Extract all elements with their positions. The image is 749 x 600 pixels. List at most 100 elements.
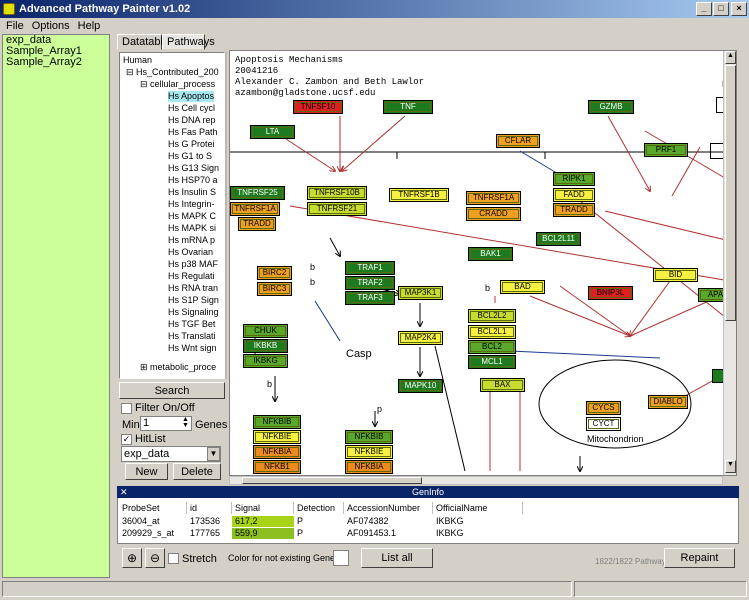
close-icon[interactable]: ✕ xyxy=(120,487,130,497)
gene-node[interactable]: NFKBIE xyxy=(345,445,393,459)
gene-node[interactable]: TNFSF10 xyxy=(293,100,343,114)
list-all-button[interactable]: List all xyxy=(361,548,433,568)
zoom-in-icon[interactable]: ⊕ xyxy=(122,548,142,568)
gene-node[interactable]: TNFRSF21 xyxy=(307,202,367,216)
zoom-out-icon[interactable]: ⊖ xyxy=(145,548,165,568)
tree-item[interactable]: Hs Wnt sign xyxy=(168,343,217,354)
tree-root[interactable]: Human xyxy=(123,55,152,66)
gene-node[interactable]: BID xyxy=(653,268,698,282)
min-spinner[interactable]: ▲ ▼ xyxy=(180,416,191,430)
menu-help[interactable]: Help xyxy=(78,20,101,32)
scroll-down-icon[interactable]: ▼ xyxy=(725,460,736,473)
gene-node[interactable]: MCL1 xyxy=(468,355,516,369)
gene-node[interactable]: BAK1 xyxy=(468,247,513,261)
gene-node[interactable]: BCL2L11 xyxy=(536,232,581,246)
gene-node[interactable]: FADD xyxy=(553,188,595,202)
col-detection[interactable]: Detection xyxy=(294,502,344,514)
col-accession[interactable]: AccessionNumber xyxy=(344,502,433,514)
gene-node[interactable]: IKBKG xyxy=(243,354,288,368)
gene-node[interactable]: IKBKB xyxy=(243,339,288,353)
tree-item[interactable]: Hs Apoptos xyxy=(168,91,215,102)
gene-node[interactable]: NFKBIB xyxy=(253,415,301,429)
tree-item[interactable]: Hs S1P Sign xyxy=(168,295,219,306)
tree-item[interactable]: Hs DNA rep xyxy=(168,115,216,126)
canvas-hscroll[interactable] xyxy=(229,476,723,485)
gene-node[interactable]: PRF1 xyxy=(644,143,688,157)
gene-node[interactable]: BCL2L1 xyxy=(468,325,516,339)
gene-node[interactable]: TNF xyxy=(383,100,433,114)
tree-item[interactable]: Hs p38 MAF xyxy=(168,259,218,270)
hitlist-checkbox[interactable]: ✓ xyxy=(121,434,132,445)
tree-group[interactable]: ⊟ Hs_Contributed_200 xyxy=(126,67,219,78)
gene-node[interactable]: TNFRSF1A xyxy=(230,202,280,216)
gene-node[interactable]: DIABLO xyxy=(648,395,688,409)
gene-node[interactable]: BAX xyxy=(480,378,525,392)
color-swatch[interactable] xyxy=(333,550,349,566)
gene-node[interactable]: NFKBIE xyxy=(253,430,301,444)
gene-node[interactable]: BIRC2 xyxy=(257,266,292,280)
maximize-button[interactable]: □ xyxy=(713,2,729,16)
tree-item[interactable]: Hs Regulati xyxy=(168,271,215,282)
gene-node[interactable]: LTA xyxy=(250,125,295,139)
gene-node[interactable]: BIRC3 xyxy=(257,282,292,296)
stretch-checkbox[interactable] xyxy=(168,553,179,564)
repaint-button[interactable]: Repaint xyxy=(664,548,735,568)
gene-node[interactable]: TNFRSF10B xyxy=(307,186,367,200)
tree-item[interactable]: Hs Fas Path xyxy=(168,127,218,138)
tree-item[interactable]: Hs Ovarian xyxy=(168,247,213,258)
tree-subgroup[interactable]: ⊟ cellular_process xyxy=(140,79,215,90)
dataset-item[interactable]: Sample_Array2 xyxy=(3,57,109,68)
tree-splitter[interactable] xyxy=(225,52,227,379)
tree-item[interactable]: Hs RNA tran xyxy=(168,283,218,294)
tab-pathways[interactable]: Pathways xyxy=(162,34,215,50)
scroll-up-icon[interactable]: ▲ xyxy=(725,51,736,64)
menu-file[interactable]: File xyxy=(6,20,24,32)
gene-node[interactable]: NFKBIA xyxy=(345,460,393,474)
gene-node[interactable]: CFLAR xyxy=(496,134,540,148)
gene-node[interactable]: MAP3K1 xyxy=(398,286,443,300)
tree-item[interactable]: Hs mRNA p xyxy=(168,235,215,246)
gene-node[interactable]: BCL2 xyxy=(468,340,516,354)
gene-node[interactable]: TRAF2 xyxy=(345,276,395,290)
tab-datatable[interactable]: Datatable xyxy=(117,34,169,50)
gene-node[interactable]: BAD xyxy=(500,280,545,294)
gene-node[interactable]: MAPK10 xyxy=(398,379,443,393)
gene-node[interactable]: NFKBIA xyxy=(253,445,301,459)
tree-item[interactable]: Hs Insulin S xyxy=(168,187,216,198)
gene-node[interactable]: NFKB1 xyxy=(253,460,301,474)
gene-node[interactable]: CHUK xyxy=(243,324,288,338)
gene-node[interactable]: TNFRSF25 xyxy=(230,186,285,200)
chevron-down-icon[interactable]: ▼ xyxy=(207,447,220,461)
gene-node[interactable]: NFKBIB xyxy=(345,430,393,444)
gene-node[interactable]: MAP2K4 xyxy=(398,331,443,345)
close-button[interactable]: × xyxy=(731,2,747,16)
gene-node[interactable]: TRADD xyxy=(238,217,276,231)
gene-node[interactable]: BNIP3L xyxy=(588,286,633,300)
gene-node[interactable]: CYCT xyxy=(586,417,621,431)
col-id[interactable]: id xyxy=(187,502,232,514)
gene-node[interactable]: GZMB xyxy=(588,100,634,114)
tree-item[interactable]: Hs Integrin- xyxy=(168,199,215,210)
hscroll-thumb[interactable] xyxy=(242,477,422,484)
gene-node[interactable]: TNFRSF1B xyxy=(389,188,449,202)
tree-item[interactable]: Hs G Protei xyxy=(168,139,215,150)
tree-item[interactable]: Hs Cell cycl xyxy=(168,103,215,114)
col-probeset[interactable]: ProbeSet xyxy=(119,502,187,514)
gene-node[interactable]: TNFRSF1A xyxy=(466,191,521,205)
gene-node[interactable]: CRADD xyxy=(466,207,521,221)
tree-item[interactable]: Hs TGF Bet xyxy=(168,319,215,330)
scroll-thumb[interactable] xyxy=(725,65,736,321)
tree-item[interactable]: Hs MAPK si xyxy=(168,223,216,234)
gene-node[interactable]: BCL2L2 xyxy=(468,309,516,323)
gene-node[interactable]: RIPK1 xyxy=(553,172,595,186)
canvas-vscroll[interactable]: ▲ ▼ xyxy=(723,51,736,475)
gene-node[interactable]: CYCS xyxy=(586,401,621,415)
pathway-canvas[interactable]: Apoptosis Mechanisms 20041216 Alexander … xyxy=(229,50,737,476)
menu-options[interactable]: Options xyxy=(32,20,70,32)
search-button[interactable]: Search xyxy=(119,382,225,399)
filter-checkbox[interactable] xyxy=(121,403,132,414)
tree-item[interactable]: Hs Signaling xyxy=(168,307,219,318)
tree-next-group[interactable]: ⊞ metabolic_proce xyxy=(140,362,216,373)
tree-item[interactable]: Hs MAPK C xyxy=(168,211,216,222)
gene-node[interactable]: TRADD xyxy=(553,203,595,217)
